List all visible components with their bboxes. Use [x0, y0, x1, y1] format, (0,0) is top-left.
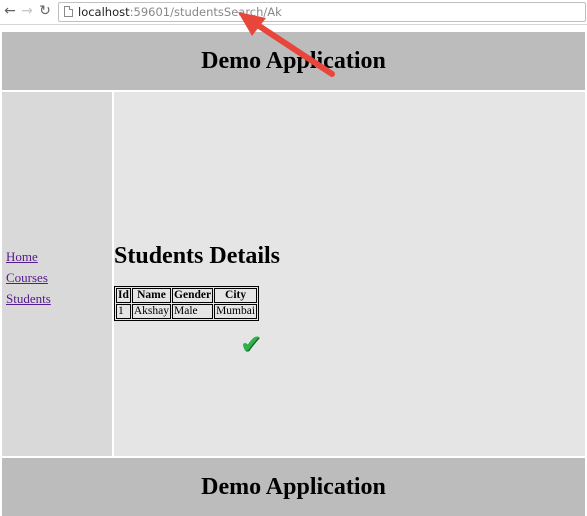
- cell-gender: Male: [172, 304, 214, 319]
- cell-city: Mumbai: [214, 304, 258, 319]
- url-host: localhost: [78, 5, 130, 19]
- page-icon: [64, 6, 73, 17]
- page-footer: Demo Application: [2, 458, 585, 516]
- annotation-arrow-icon: [238, 12, 335, 77]
- students-table: Id Name Gender City 1 Akshay Male Mumbai: [114, 286, 260, 321]
- sidebar-menu: Home Courses Students: [6, 246, 51, 309]
- cell-id: 1: [116, 304, 131, 319]
- main-content: Students Details Id Name Gender City 1 A…: [114, 92, 585, 456]
- sidebar-link-students[interactable]: Students: [6, 288, 51, 309]
- sidebar-link-courses[interactable]: Courses: [6, 267, 51, 288]
- forward-arrow-icon[interactable]: →: [19, 3, 35, 19]
- column-header-gender: Gender: [172, 288, 214, 303]
- footer-title: Demo Application: [201, 473, 386, 500]
- checkmark-icon: ✔: [240, 330, 262, 360]
- arrow-head: [238, 12, 266, 36]
- arrow-shaft: [247, 17, 335, 77]
- sidebar: Home Courses Students: [2, 92, 112, 456]
- reload-icon[interactable]: ↻: [37, 3, 53, 19]
- page-content: Demo Application Home Courses Students S…: [0, 30, 587, 516]
- table-header-row: Id Name Gender City: [116, 288, 258, 303]
- column-header-city: City: [214, 288, 258, 303]
- page-heading: Students Details: [114, 243, 281, 269]
- column-header-name: Name: [131, 288, 172, 303]
- cell-name: Akshay: [131, 304, 172, 319]
- column-header-id: Id: [116, 288, 131, 303]
- table-row: 1 Akshay Male Mumbai: [116, 304, 258, 319]
- sidebar-link-home[interactable]: Home: [6, 246, 51, 267]
- back-arrow-icon[interactable]: ←: [2, 3, 18, 19]
